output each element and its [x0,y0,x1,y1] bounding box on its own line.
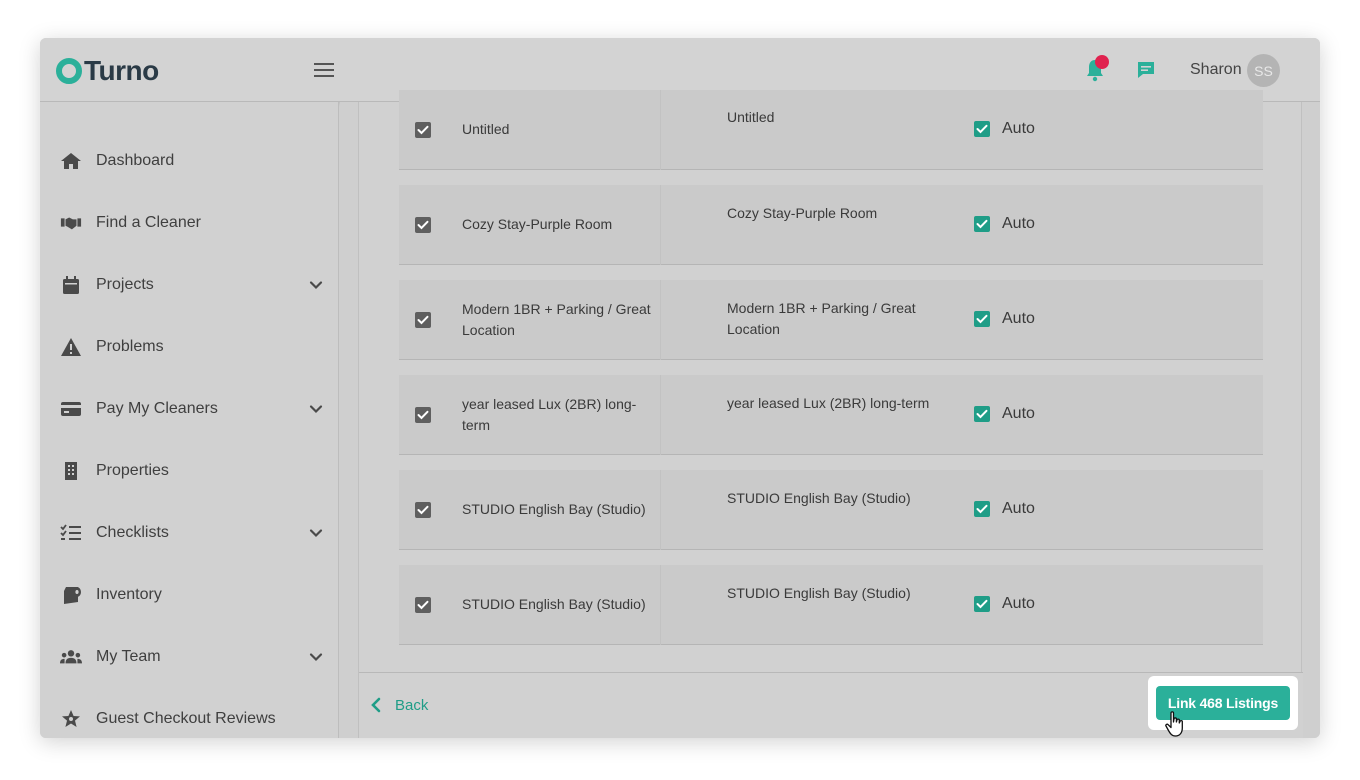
users-icon [60,646,82,668]
sidebar-item-checklists[interactable]: Checklists [40,507,339,559]
auto-label: Auto [1002,120,1035,137]
sidebar-item-inventory[interactable]: Inventory [40,569,339,621]
chevron-left-icon [371,697,381,713]
listing-name: Cozy Stay-Purple Room [462,216,613,232]
chevron-down-icon[interactable] [308,277,324,293]
sidebar-item-label: My Team [96,648,161,665]
row-select-checkbox[interactable] [415,312,431,328]
row-select-checkbox[interactable] [415,597,431,613]
listing-name: year leased Lux (2BR) long-term [462,396,637,433]
sidebar-item-label: Properties [96,462,169,479]
column-divider [660,470,661,550]
sidebar-item-label: Inventory [96,586,162,603]
chevron-down-icon[interactable] [308,401,324,417]
sidebar-item-label: Pay My Cleaners [96,400,218,417]
table-row: year leased Lux (2BR) long-term year leas… [399,375,1263,455]
hamburger-menu-icon[interactable] [314,60,334,80]
hand-cursor-icon [1165,711,1183,737]
auto-label: Auto [1002,310,1035,327]
back-label: Back [395,696,429,714]
listings-panel: STUDIO English Bay (Studio) STUDIO Englis… [358,90,1303,738]
column-divider [660,185,661,265]
matched-property-name: Untitled [727,109,775,125]
sidebar-item-my-team[interactable]: My Team [40,631,339,683]
handshake-icon [60,212,82,234]
listing-name: Untitled [462,121,510,137]
sidebar-item-problems[interactable]: Problems [40,321,339,373]
sidebar-item-properties[interactable]: Properties [40,445,339,497]
auto-label: Auto [1002,595,1035,612]
user-name[interactable]: Sharon [1190,61,1242,79]
toilet-paper-icon [60,584,82,606]
sidebar-item-label: Projects [96,276,154,293]
chevron-down-icon[interactable] [308,525,324,541]
logo-mark-icon [56,58,82,84]
sidebar-item-dashboard[interactable]: Dashboard [40,135,339,187]
auto-label: Auto [1002,500,1035,517]
table-row: STUDIO English Bay (Studio) STUDIO Englis… [399,470,1263,550]
sidebar: Dashboard Find a Cleaner Projects Problems P… [40,102,339,738]
app-window: Turno Sharon SS Dashboard Find a Cleaner P… [40,38,1320,738]
auto-checkbox[interactable] [974,121,990,137]
warning-icon [60,336,82,358]
auto-checkbox[interactable] [974,311,990,327]
home-icon [60,150,82,172]
listing-name: STUDIO English Bay (Studio) [462,501,646,517]
turno-logo[interactable]: Turno [56,55,159,86]
auto-label: Auto [1002,215,1035,232]
sidebar-item-label: Guest Checkout Reviews [96,710,276,727]
table-row: STUDIO English Bay (Studio) STUDIO Englis… [399,565,1263,645]
auto-checkbox[interactable] [974,596,990,612]
row-select-checkbox[interactable] [415,217,431,233]
auto-checkbox[interactable] [974,406,990,422]
matched-property-name: year leased Lux (2BR) long-term [727,395,930,411]
sidebar-item-label: Problems [96,338,164,355]
matched-property-name: Modern 1BR + Parking / Great Location [727,300,916,337]
table-row: Cozy Stay-Purple Room Cozy Stay-Purple Ro… [399,185,1263,265]
matched-property-name: Cozy Stay-Purple Room [727,205,878,221]
checklist-icon [60,522,82,544]
sidebar-item-label: Checklists [96,524,169,541]
matched-property-name: STUDIO English Bay (Studio) [727,490,911,506]
logo-text: Turno [84,55,159,86]
sidebar-item-label: Find a Cleaner [96,214,201,231]
sidebar-item-pay-my-cleaners[interactable]: Pay My Cleaners [40,383,339,435]
credit-card-icon [60,398,82,420]
listing-name: Modern 1BR + Parking / Great Location [462,301,651,338]
star-icon [60,708,82,730]
auto-checkbox[interactable] [974,216,990,232]
sidebar-item-projects[interactable]: Projects [40,259,339,311]
sidebar-item-label: Dashboard [96,152,175,169]
notification-badge [1095,55,1109,69]
row-select-checkbox[interactable] [415,122,431,138]
auto-label: Auto [1002,405,1035,422]
back-button[interactable]: Back [371,695,428,715]
main-content: STUDIO English Bay (Studio) STUDIO Englis… [340,90,1320,738]
column-divider [660,565,661,645]
chevron-down-icon[interactable] [308,649,324,665]
sidebar-item-guest-checkout-reviews[interactable]: Guest Checkout Reviews [40,693,339,738]
column-divider [660,375,661,455]
matched-property-name: STUDIO English Bay (Studio) [727,585,911,601]
table-row: Untitled Untitled Auto [399,90,1263,170]
listing-name: STUDIO English Bay (Studio) [462,596,646,612]
column-divider [660,90,661,170]
table-row: Modern 1BR + Parking / Great Location Mod… [399,280,1263,360]
sidebar-item-find-a-cleaner[interactable]: Find a Cleaner [40,197,339,249]
row-select-checkbox[interactable] [415,502,431,518]
auto-checkbox[interactable] [974,501,990,517]
building-icon [60,460,82,482]
avatar[interactable]: SS [1247,54,1280,87]
chat-icon[interactable] [1136,60,1156,80]
row-select-checkbox[interactable] [415,407,431,423]
calendar-icon [60,274,82,296]
column-divider [660,280,661,360]
